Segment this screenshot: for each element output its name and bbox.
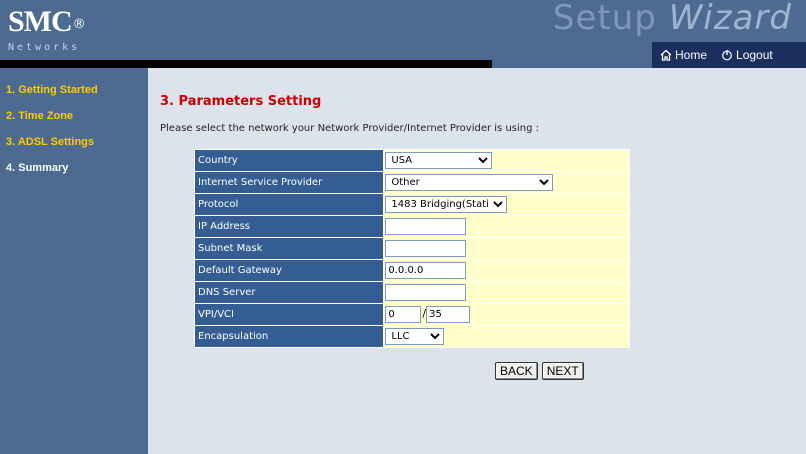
isp-cell: Other — [383, 171, 630, 194]
main-content: 3. Parameters Setting Please select the … — [148, 68, 806, 454]
home-link[interactable]: Home — [660, 48, 707, 62]
protocol-cell: 1483 Bridging(Static) — [383, 193, 630, 216]
sidebar: 1. Getting Started 2. Time Zone 3. ADSL … — [0, 68, 148, 454]
form-row-dns-server: DNS Server — [193, 281, 630, 304]
vpi-vci-cell: / — [383, 303, 630, 326]
header: SMC® Networks Setup Wizard Home Logout — [0, 0, 806, 68]
power-icon — [722, 50, 732, 61]
brand-name: SMC — [8, 5, 73, 38]
sidebar-item-summary[interactable]: 4. Summary — [0, 162, 148, 188]
smc-logo: SMC® Networks — [8, 6, 118, 58]
parameters-form: Country USA Internet Service Provider Ot… — [193, 149, 630, 348]
next-button[interactable]: NEXT — [541, 362, 584, 380]
vci-input[interactable] — [426, 306, 471, 323]
vpi-input[interactable] — [385, 306, 422, 323]
wizard-title-setup: Setup — [552, 0, 657, 38]
top-links: Home Logout — [652, 42, 806, 68]
logout-link[interactable]: Logout — [721, 48, 773, 62]
ip-address-input[interactable] — [385, 218, 467, 235]
brand-subtitle: Networks — [8, 42, 81, 53]
country-label: Country — [193, 149, 385, 172]
isp-label: Internet Service Provider — [193, 171, 385, 194]
dns-server-cell — [383, 281, 630, 304]
default-gateway-input[interactable] — [385, 262, 467, 279]
sidebar-item-getting-started[interactable]: 1. Getting Started — [0, 84, 148, 110]
form-row-encapsulation: Encapsulation LLC — [193, 325, 630, 348]
sidebar-item-adsl-settings[interactable]: 3. ADSL Settings — [0, 136, 148, 162]
home-label: Home — [675, 48, 708, 62]
encapsulation-select[interactable]: LLC — [385, 328, 445, 345]
form-row-vpi-vci: VPI/VCI / — [193, 303, 630, 326]
subnet-mask-cell — [383, 237, 630, 260]
subnet-mask-input[interactable] — [385, 240, 467, 257]
form-row-ip-address: IP Address — [193, 215, 630, 238]
isp-select[interactable]: Other — [385, 174, 554, 191]
encapsulation-cell: LLC — [383, 325, 630, 348]
protocol-label: Protocol — [193, 193, 385, 216]
setup-wizard-title: Setup Wizard — [553, 0, 792, 38]
header-divider — [0, 60, 492, 68]
logout-label: Logout — [736, 48, 773, 62]
form-row-subnet-mask: Subnet Mask — [193, 237, 630, 260]
default-gateway-label: Default Gateway — [193, 259, 385, 282]
form-row-protocol: Protocol 1483 Bridging(Static) — [193, 193, 630, 216]
country-cell: USA — [383, 149, 630, 172]
ip-address-cell — [383, 215, 630, 238]
protocol-select[interactable]: 1483 Bridging(Static) — [385, 196, 508, 213]
subnet-mask-label: Subnet Mask — [193, 237, 385, 260]
country-select[interactable]: USA — [385, 152, 493, 169]
home-icon — [660, 49, 672, 61]
sidebar-item-time-zone[interactable]: 2. Time Zone — [0, 110, 148, 136]
page-title: 3. Parameters Setting — [160, 94, 322, 109]
form-row-isp: Internet Service Provider Other — [193, 171, 630, 194]
form-row-country: Country USA — [193, 149, 630, 172]
ip-address-label: IP Address — [193, 215, 385, 238]
wizard-title-wizard: Wizard — [668, 0, 792, 38]
dns-server-label: DNS Server — [193, 281, 385, 304]
back-button[interactable]: BACK — [495, 362, 538, 380]
encapsulation-label: Encapsulation — [193, 325, 385, 348]
wizard-buttons: BACK NEXT — [495, 362, 584, 380]
form-row-default-gateway: Default Gateway — [193, 259, 630, 282]
instructions-text: Please select the network your Network P… — [160, 123, 539, 134]
vpi-vci-label: VPI/VCI — [193, 303, 385, 326]
dns-server-input[interactable] — [385, 284, 467, 301]
registered-mark: ® — [72, 17, 86, 32]
default-gateway-cell — [383, 259, 630, 282]
